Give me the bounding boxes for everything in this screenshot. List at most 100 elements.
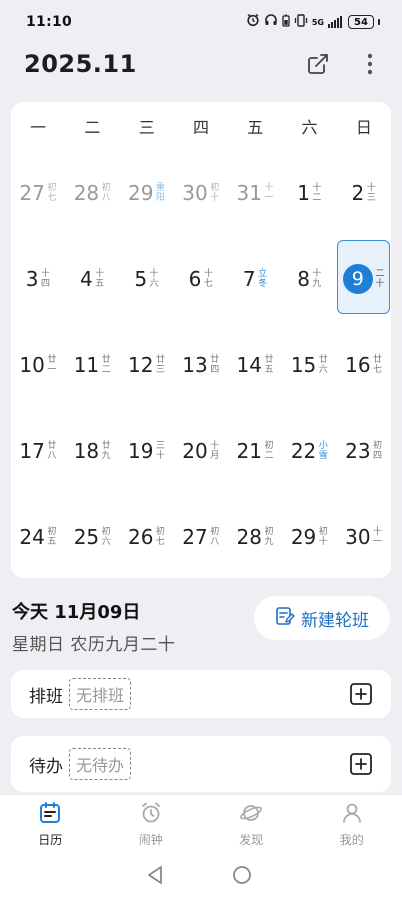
- today-date-title: 今天 11月09日: [12, 602, 141, 623]
- home-icon[interactable]: [232, 865, 252, 889]
- page-title[interactable]: 2025.11: [24, 50, 137, 78]
- calendar-day[interactable]: 7立冬: [228, 236, 282, 322]
- new-shift-button[interactable]: 新建轮班: [254, 596, 390, 640]
- calendar-day-today[interactable]: 9二十: [336, 236, 391, 322]
- calendar-day[interactable]: 10 廿一: [11, 322, 65, 408]
- day-lunar-label: 三十: [155, 441, 165, 461]
- calendar-day[interactable]: 14 廿五: [228, 322, 282, 408]
- day-content: 7立冬: [243, 267, 268, 291]
- day-lunar-label: 十一: [264, 183, 274, 203]
- calendar-day[interactable]: 5十六: [120, 236, 174, 322]
- calendar-day[interactable]: 28 初九: [228, 494, 282, 580]
- calendar-day[interactable]: 31 十一: [228, 150, 282, 236]
- day-number: 17: [19, 439, 45, 463]
- day-content: 28 初九: [237, 525, 274, 549]
- calendar-day[interactable]: 20 十月: [174, 408, 228, 494]
- calendar-day[interactable]: 3十四: [11, 236, 65, 322]
- more-options-icon[interactable]: [356, 50, 384, 78]
- day-content: 29 重阳: [128, 181, 165, 205]
- day-content: 16 廿七: [345, 353, 382, 377]
- calendar-day[interactable]: 23 初四: [337, 408, 391, 494]
- calendar-day[interactable]: 11 廿二: [65, 322, 119, 408]
- calendar-day[interactable]: 29 重阳: [120, 150, 174, 236]
- calendar-day[interactable]: 12 廿三: [120, 322, 174, 408]
- day-lunar-label: 廿二: [101, 355, 111, 375]
- day-lunar-label: 廿九: [101, 441, 111, 461]
- day-lunar-label: 廿四: [210, 355, 220, 375]
- calendar-day[interactable]: 6十七: [174, 236, 228, 322]
- calendar-day[interactable]: 28 初八: [65, 150, 119, 236]
- battery-small-status-icon: [282, 14, 290, 31]
- calendar-day[interactable]: 17 廿八: [11, 408, 65, 494]
- calendar-day[interactable]: 25 初六: [65, 494, 119, 580]
- day-number: 29: [127, 181, 154, 205]
- day-lunar-label: 十月: [210, 441, 220, 461]
- back-icon[interactable]: [146, 865, 164, 889]
- day-number: 16: [345, 353, 371, 377]
- profile-icon: [340, 801, 364, 829]
- calendar-card: 一 二 三 四 五 六 日 27 初七 28 初八 29 重阳 30 初十 31 十一 1 十二 2 十三…: [11, 102, 391, 578]
- calendar-day[interactable]: 15 廿六: [282, 322, 336, 408]
- day-content: 11 廿二: [74, 353, 111, 377]
- todo-row[interactable]: 待办 无待办: [11, 736, 391, 792]
- calendar-day[interactable]: 18 廿九: [65, 408, 119, 494]
- day-lunar-label: 廿六: [318, 355, 328, 375]
- day-content: 18 廿九: [74, 439, 111, 463]
- day-lunar-label: 十五: [95, 269, 105, 289]
- nav-item-discover[interactable]: 发现: [201, 795, 302, 854]
- calendar-day[interactable]: 22 小雪: [282, 408, 336, 494]
- day-number: 9: [342, 264, 373, 294]
- calendar-day[interactable]: 13 廿四: [174, 322, 228, 408]
- day-content: 21 初二: [237, 439, 274, 463]
- day-number: 15: [290, 353, 317, 377]
- day-number: 20: [182, 439, 208, 463]
- calendar-day[interactable]: 24 初五: [11, 494, 65, 580]
- day-content: 1十二: [297, 181, 322, 205]
- day-lunar-label: 初八: [101, 183, 111, 203]
- calendar-day[interactable]: 26 初七: [120, 494, 174, 580]
- day-number: 27: [182, 525, 208, 549]
- bottom-nav: 日历 闹钟 发现 我的: [0, 794, 402, 854]
- day-lunar-label: 初八: [210, 527, 220, 547]
- nav-item-alarm[interactable]: 闹钟: [101, 795, 202, 854]
- day-number: 4: [80, 267, 93, 291]
- battery-icon: 54: [348, 15, 374, 29]
- day-content: 24 初五: [19, 525, 56, 549]
- add-todo-icon[interactable]: [349, 752, 373, 776]
- day-lunar-label: 初七: [47, 183, 57, 203]
- day-content: 30 十一: [345, 525, 382, 549]
- calendar-day[interactable]: 1十二: [282, 150, 336, 236]
- day-number: 13: [182, 353, 208, 377]
- calendar-day[interactable]: 21 初二: [228, 408, 282, 494]
- calendar-day[interactable]: 27 初七: [11, 150, 65, 236]
- today-lunar-subtitle: 星期日 农历九月二十: [12, 635, 176, 655]
- calendar-day[interactable]: 8十九: [282, 236, 336, 322]
- shift-row[interactable]: 排班 无排班: [11, 670, 391, 718]
- calendar-day[interactable]: 19 三十: [120, 408, 174, 494]
- calendar-day[interactable]: 30 初十: [174, 150, 228, 236]
- day-content: 15 廿六: [291, 353, 328, 377]
- weekday-label: 四: [192, 118, 209, 137]
- calendar-day[interactable]: 16 廿七: [337, 322, 391, 408]
- day-number: 5: [134, 267, 148, 291]
- share-icon[interactable]: [304, 50, 332, 78]
- status-time: 11:10: [26, 14, 73, 30]
- day-content: 13 廿四: [182, 353, 219, 377]
- calendar-day[interactable]: 29 初十: [282, 494, 336, 580]
- nav-item-profile[interactable]: 我的: [302, 795, 402, 854]
- calendar-day[interactable]: 4十五: [65, 236, 119, 322]
- calendar-day[interactable]: 27 初八: [174, 494, 228, 580]
- day-lunar-label: 初九: [264, 527, 274, 547]
- nav-item-calendar[interactable]: 日历: [0, 795, 101, 854]
- planet-icon: [239, 801, 263, 829]
- nav-label: 闹钟: [138, 833, 163, 847]
- shift-label: 排班: [29, 686, 63, 707]
- headphones-status-icon: [264, 13, 278, 31]
- day-number: 31: [236, 181, 262, 205]
- calendar-day[interactable]: 2十三: [337, 150, 391, 236]
- day-lunar-label: 重阳: [155, 183, 165, 203]
- add-shift-icon[interactable]: [349, 682, 373, 706]
- status-icons: 5G 54: [246, 13, 380, 31]
- calendar-day[interactable]: 30 十一: [337, 494, 391, 580]
- day-number: 3: [25, 267, 39, 291]
